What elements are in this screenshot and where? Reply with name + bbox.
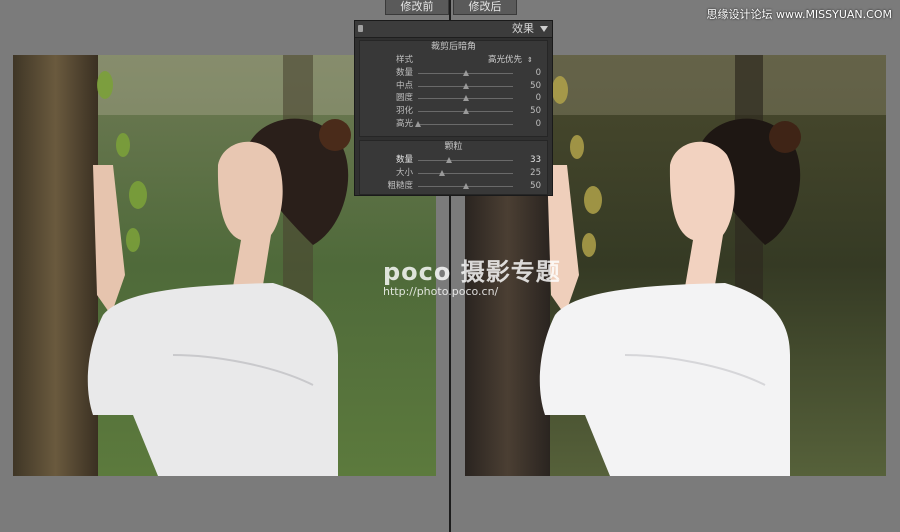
poco-brand: poco 摄影专题 — [383, 258, 561, 286]
slider-thumb[interactable] — [462, 69, 469, 76]
slider-track[interactable] — [418, 182, 513, 189]
grain-section-title: 颗粒 — [444, 142, 463, 152]
slider-label: 中点 — [395, 80, 413, 91]
slider-track[interactable] — [418, 95, 513, 102]
vignette-section: 裁剪后暗角 样式 高光优先 ⇕ 数量 0 中点 50 圆度 0 羽化 50 高光 0 — [359, 40, 548, 137]
slider-value[interactable]: 25 — [519, 167, 541, 180]
slider-track[interactable] — [418, 169, 513, 176]
slider-thumb[interactable] — [462, 182, 469, 189]
slider-value[interactable]: 33 — [519, 154, 541, 167]
slider-value[interactable]: 0 — [519, 67, 541, 80]
effects-panel: 效果 裁剪后暗角 样式 高光优先 ⇕ 数量 0 中点 50 圆度 0 羽化 50 高光 0 颗粒 … — [354, 20, 553, 196]
slider-thumb[interactable] — [462, 95, 469, 102]
site-watermark: 思缘设计论坛 www.MISSYUAN.COM — [706, 8, 892, 21]
select-updown-icon[interactable]: ⇕ — [527, 54, 533, 67]
slider-row: 中点 50 — [360, 80, 547, 93]
slider-track[interactable] — [418, 82, 513, 89]
slider-row: 粗糙度 50 — [360, 180, 547, 193]
slider-thumb[interactable] — [438, 169, 445, 176]
tab-before[interactable]: 修改前 — [385, 0, 449, 15]
collapse-triangle-icon[interactable] — [540, 26, 548, 32]
slider-value[interactable]: 50 — [519, 80, 541, 93]
slider-label: 圆度 — [395, 93, 413, 104]
slider-thumb[interactable] — [462, 82, 469, 89]
slider-row: 数量 0 — [360, 67, 547, 80]
slider-label: 大小 — [395, 167, 413, 178]
slider-thumb[interactable] — [462, 108, 469, 115]
slider-label: 粗糙度 — [387, 180, 413, 191]
grain-section: 颗粒 数量 33 大小 25 粗糙度 50 — [359, 140, 548, 195]
slider-value[interactable]: 50 — [519, 105, 541, 118]
vignette-section-title: 裁剪后暗角 — [430, 42, 476, 52]
vignette-style-row: 样式 高光优先 ⇕ — [360, 54, 547, 67]
tab-after[interactable]: 修改后 — [453, 0, 517, 15]
slider-value[interactable]: 50 — [519, 180, 541, 193]
slider-row: 数量 33 — [360, 154, 547, 167]
slider-track[interactable] — [418, 157, 513, 163]
panel-grip-icon[interactable] — [358, 25, 363, 32]
slider-track[interactable] — [418, 108, 513, 115]
slider-track[interactable] — [415, 120, 513, 127]
slider-value[interactable]: 0 — [519, 92, 541, 105]
slider-label: 数量 — [395, 67, 413, 78]
poco-watermark: poco 摄影专题 http://photo.poco.cn/ — [383, 252, 561, 298]
slider-row: 羽化 50 — [360, 105, 547, 118]
vignette-style-select[interactable]: 高光优先 — [488, 54, 522, 67]
slider-thumb[interactable] — [415, 120, 421, 127]
effects-panel-title: 效果 — [512, 22, 534, 35]
slider-value[interactable]: 0 — [519, 118, 541, 131]
vignette-style-label: 样式 — [395, 55, 413, 65]
slider-thumb[interactable] — [446, 157, 453, 163]
slider-label: 羽化 — [395, 106, 413, 117]
slider-label: 高光 — [395, 118, 413, 129]
slider-label: 数量 — [395, 155, 413, 165]
slider-track[interactable] — [418, 69, 513, 76]
effects-panel-header[interactable]: 效果 — [355, 21, 552, 38]
slider-row: 大小 25 — [360, 167, 547, 180]
slider-row: 高光 0 — [360, 118, 547, 131]
slider-row: 圆度 0 — [360, 92, 547, 105]
